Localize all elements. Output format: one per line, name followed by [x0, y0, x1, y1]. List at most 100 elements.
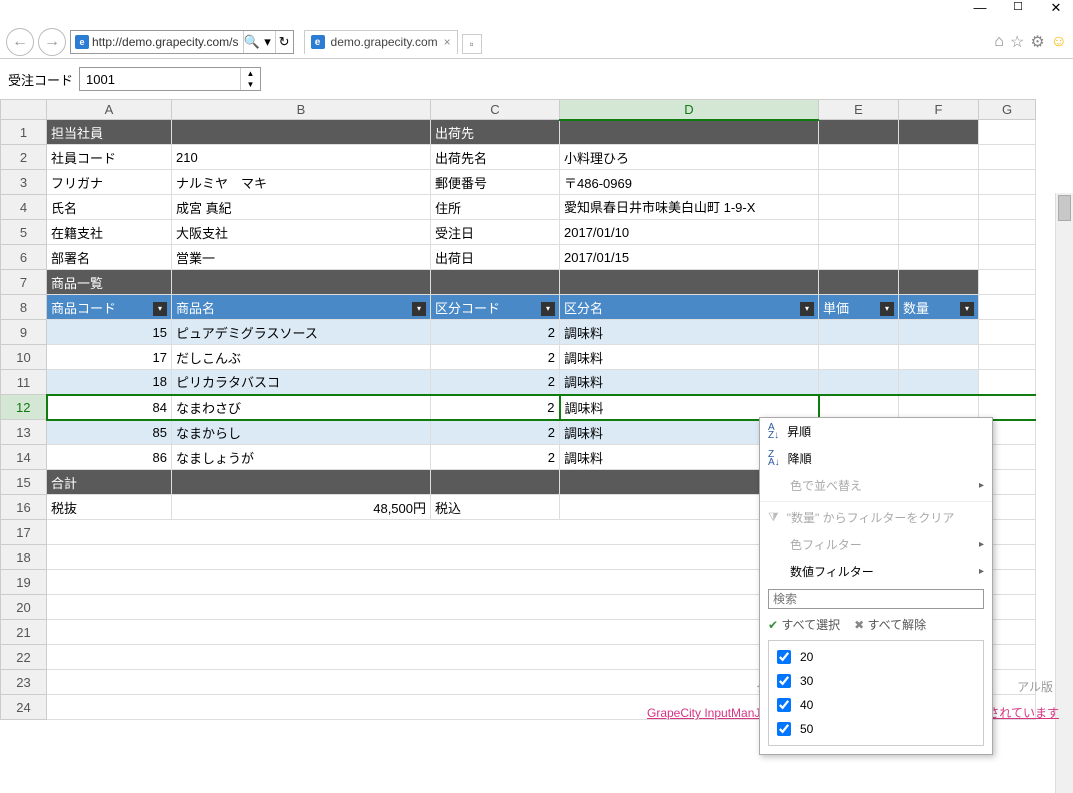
- col-G[interactable]: G: [979, 100, 1036, 120]
- cell-D1[interactable]: [560, 120, 819, 145]
- filter-option[interactable]: 20: [773, 645, 979, 669]
- cell-E6[interactable]: [819, 245, 899, 270]
- cell-D12-selected[interactable]: 調味料: [560, 395, 819, 420]
- rowhdr-6[interactable]: 6: [1, 245, 47, 270]
- cell-F10[interactable]: [899, 345, 979, 370]
- filter-option[interactable]: 30: [773, 669, 979, 693]
- cell-B10[interactable]: だしこんぶ: [172, 345, 431, 370]
- filter-sort-desc[interactable]: ZA↓ 降順: [760, 445, 992, 472]
- maximize-button[interactable]: ☐: [1009, 0, 1027, 13]
- cell-D6[interactable]: 2017/01/15: [560, 245, 819, 270]
- filter-search-input[interactable]: [768, 589, 984, 609]
- cell-F7[interactable]: [899, 270, 979, 295]
- cell-E2[interactable]: [819, 145, 899, 170]
- filter-checkbox[interactable]: [777, 698, 791, 712]
- filter-checkbox[interactable]: [777, 674, 791, 688]
- cell-G9[interactable]: [979, 320, 1036, 345]
- smiley-icon[interactable]: ☺: [1051, 33, 1067, 51]
- cell-C5[interactable]: 受注日: [431, 220, 560, 245]
- cell-A2[interactable]: 社員コード: [47, 145, 172, 170]
- cell-E1[interactable]: [819, 120, 899, 145]
- filter-icon[interactable]: ▾: [880, 302, 894, 316]
- cell-C11[interactable]: 2: [431, 370, 560, 395]
- cell-D10[interactable]: 調味料: [560, 345, 819, 370]
- cell-C9[interactable]: 2: [431, 320, 560, 345]
- cell-A5[interactable]: 在籍支社: [47, 220, 172, 245]
- spinner-down-icon[interactable]: ▼: [241, 79, 260, 90]
- cell-A3[interactable]: フリガナ: [47, 170, 172, 195]
- cell-A10[interactable]: 17: [47, 345, 172, 370]
- cell-C12[interactable]: 2: [431, 395, 560, 420]
- cell-G5[interactable]: [979, 220, 1036, 245]
- cell-A16[interactable]: 税抜: [47, 495, 172, 520]
- cell-G7[interactable]: [979, 270, 1036, 295]
- scrollbar-thumb[interactable]: [1058, 195, 1071, 221]
- cell-A9[interactable]: 15: [47, 320, 172, 345]
- back-button[interactable]: ←: [6, 28, 34, 56]
- filter-select-all[interactable]: ✔ すべて選択: [768, 616, 840, 633]
- cell-B2[interactable]: 210: [172, 145, 431, 170]
- cell-B6[interactable]: 営業一: [172, 245, 431, 270]
- cell-C15[interactable]: [431, 470, 560, 495]
- filter-option[interactable]: 50: [773, 717, 979, 741]
- cell-A4[interactable]: 氏名: [47, 195, 172, 220]
- col-B[interactable]: B: [172, 100, 431, 120]
- cell-A11[interactable]: 18: [47, 370, 172, 395]
- rowhdr-3[interactable]: 3: [1, 170, 47, 195]
- cell-B12[interactable]: なまわさび: [172, 395, 431, 420]
- cell-E4[interactable]: [819, 195, 899, 220]
- cell-E12[interactable]: [819, 395, 899, 420]
- filter-icon[interactable]: ▾: [541, 302, 555, 316]
- cell-C13[interactable]: 2: [431, 420, 560, 445]
- cell-E10[interactable]: [819, 345, 899, 370]
- home-icon[interactable]: ⌂: [994, 33, 1004, 51]
- address-bar[interactable]: e http://demo.grapecity.com/s 🔍 ▾ ↻: [70, 30, 294, 54]
- cell-A6[interactable]: 部署名: [47, 245, 172, 270]
- cell-E8[interactable]: 単価▾: [819, 295, 899, 320]
- rowhdr-8[interactable]: 8: [1, 295, 47, 320]
- filter-clear-all[interactable]: ✖ すべて解除: [854, 616, 926, 633]
- cell-D3[interactable]: 〒486-0969: [560, 170, 819, 195]
- cell-D9[interactable]: 調味料: [560, 320, 819, 345]
- cell-F12[interactable]: [899, 395, 979, 420]
- filter-icon[interactable]: ▾: [153, 302, 167, 316]
- cell-G10[interactable]: [979, 345, 1036, 370]
- cell-C4[interactable]: 住所: [431, 195, 560, 220]
- col-C[interactable]: C: [431, 100, 560, 120]
- cell-F9[interactable]: [899, 320, 979, 345]
- cell-C2[interactable]: 出荷先名: [431, 145, 560, 170]
- rowhdr-15[interactable]: 15: [1, 470, 47, 495]
- cell-B9[interactable]: ピュアデミグラスソース: [172, 320, 431, 345]
- col-F[interactable]: F: [899, 100, 979, 120]
- rowhdr-5[interactable]: 5: [1, 220, 47, 245]
- rowhdr-13[interactable]: 13: [1, 420, 47, 445]
- cell-G3[interactable]: [979, 170, 1036, 195]
- cell-B5[interactable]: 大阪支社: [172, 220, 431, 245]
- cell-E11[interactable]: [819, 370, 899, 395]
- cell-C16[interactable]: 税込: [431, 495, 560, 520]
- cell-B7[interactable]: [172, 270, 431, 295]
- col-E[interactable]: E: [819, 100, 899, 120]
- rowhdr-10[interactable]: 10: [1, 345, 47, 370]
- cell-C1[interactable]: 出荷先: [431, 120, 560, 145]
- cell-G2[interactable]: [979, 145, 1036, 170]
- cell-D8[interactable]: 区分名▾: [560, 295, 819, 320]
- select-all-corner[interactable]: [1, 100, 47, 120]
- rowhdr-12[interactable]: 12: [1, 395, 47, 420]
- cell-C10[interactable]: 2: [431, 345, 560, 370]
- filter-icon[interactable]: ▾: [960, 302, 974, 316]
- cell-G6[interactable]: [979, 245, 1036, 270]
- cell-F2[interactable]: [899, 145, 979, 170]
- search-icon[interactable]: 🔍: [243, 31, 261, 53]
- filter-checkbox[interactable]: [777, 650, 791, 664]
- cell-B1[interactable]: [172, 120, 431, 145]
- filter-number-filter[interactable]: 数値フィルター▸: [760, 558, 992, 585]
- cell-D2[interactable]: 小料理ひろ: [560, 145, 819, 170]
- filter-icon[interactable]: ▾: [412, 302, 426, 316]
- vertical-scrollbar[interactable]: [1055, 193, 1073, 793]
- cell-A12[interactable]: 84: [47, 395, 172, 420]
- address-dropdown-icon[interactable]: ▾: [261, 34, 275, 50]
- order-code-input[interactable]: [80, 68, 240, 90]
- close-button[interactable]: ✕: [1047, 0, 1065, 16]
- cell-G8[interactable]: [979, 295, 1036, 320]
